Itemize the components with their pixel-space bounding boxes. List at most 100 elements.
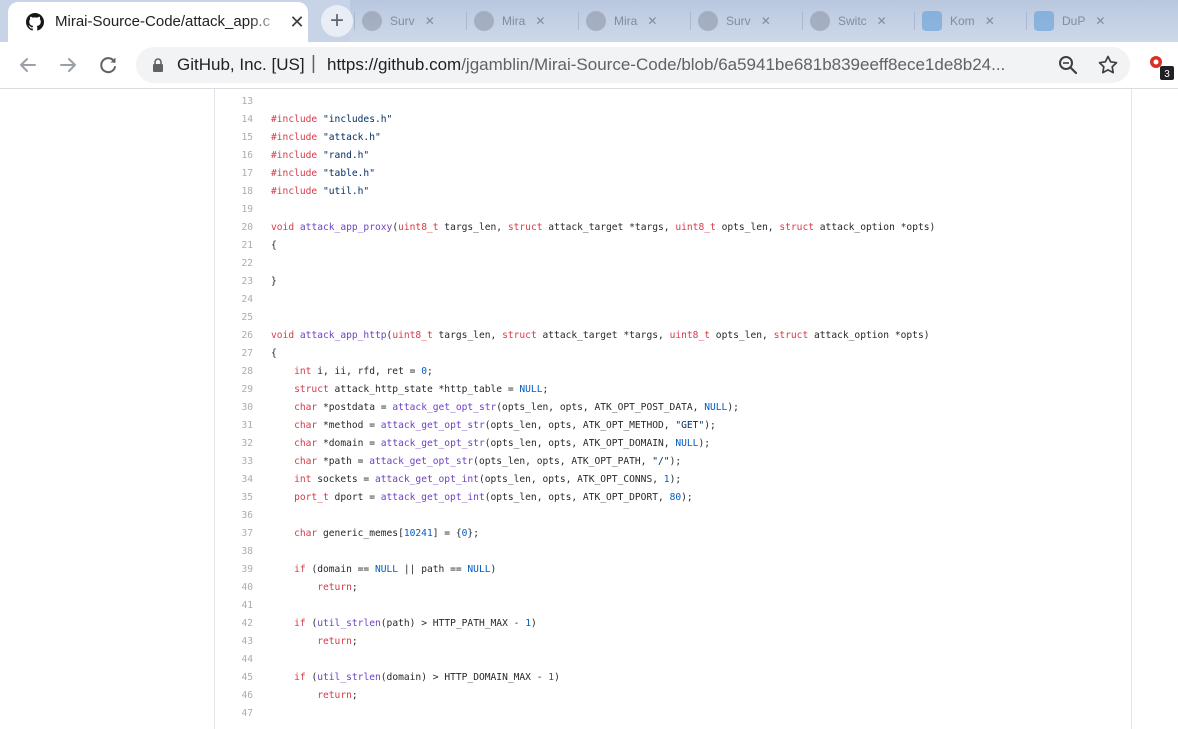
code-token: ; [542, 384, 549, 395]
line-number[interactable]: 40 [215, 579, 253, 597]
close-tab-icon[interactable]: ✕ [877, 14, 887, 28]
site-identity[interactable]: GitHub, Inc. [US] [177, 55, 305, 75]
background-tab-label: Mira [502, 14, 526, 28]
code-token: #include [271, 186, 318, 197]
code-line: 22 [215, 255, 1131, 273]
code-token: return [317, 690, 352, 701]
back-arrow-icon[interactable] [13, 50, 43, 80]
line-number[interactable]: 30 [215, 399, 253, 417]
line-number[interactable]: 26 [215, 327, 253, 345]
url-text[interactable]: https://github.com/jgamblin/Mirai-Source… [327, 55, 1043, 75]
code-token: attack_target *targs, [536, 330, 670, 341]
bookmark-star-icon[interactable] [1096, 53, 1120, 77]
line-number[interactable]: 39 [215, 561, 253, 579]
line-number[interactable]: 44 [215, 651, 253, 669]
lock-icon[interactable] [152, 58, 164, 72]
close-tab-icon[interactable]: ✕ [985, 14, 995, 28]
close-tab-icon[interactable]: ✕ [425, 14, 435, 28]
code-line: 45 if (util_strlen(domain) > HTTP_DOMAIN… [215, 669, 1131, 687]
background-tab[interactable]: DuP ✕ [1034, 9, 1105, 33]
line-number[interactable]: 35 [215, 489, 253, 507]
code-line: 27 { [215, 345, 1131, 363]
code-line: 34 int sockets = attack_get_opt_int(opts… [215, 471, 1131, 489]
background-tab[interactable]: Mira ✕ [586, 9, 657, 33]
line-number[interactable]: 33 [215, 453, 253, 471]
new-tab-button[interactable]: + [321, 5, 353, 37]
line-number[interactable]: 25 [215, 309, 253, 327]
line-number[interactable]: 37 [215, 525, 253, 543]
code-line: 17 #include "table.h" [215, 165, 1131, 183]
line-number[interactable]: 24 [215, 291, 253, 309]
line-number[interactable]: 43 [215, 633, 253, 651]
line-number[interactable]: 28 [215, 363, 253, 381]
address-bar[interactable]: GitHub, Inc. [US] | https://github.com/j… [136, 47, 1130, 83]
code-token: port_t [294, 492, 329, 503]
line-number[interactable]: 34 [215, 471, 253, 489]
background-tab[interactable]: Surv ✕ [362, 9, 435, 33]
line-number[interactable]: 15 [215, 129, 253, 147]
code-line: 46 return; [215, 687, 1131, 705]
line-number[interactable]: 46 [215, 687, 253, 705]
code-token: "rand.h" [323, 150, 370, 161]
code-line: 39 if (domain == NULL || path == NULL) [215, 561, 1131, 579]
code-text: if (util_strlen(domain) > HTTP_DOMAIN_MA… [271, 669, 560, 687]
code-token: targs_len, [438, 222, 508, 233]
line-number[interactable]: 21 [215, 237, 253, 255]
line-number[interactable]: 36 [215, 507, 253, 525]
close-tab-icon[interactable]: ✕ [647, 14, 657, 28]
line-number[interactable]: 47 [215, 705, 253, 723]
code-token: char [294, 456, 318, 467]
close-tab-icon[interactable]: ✕ [285, 10, 309, 34]
globe-icon [810, 11, 830, 31]
background-tab[interactable]: Surv ✕ [698, 9, 771, 33]
code-token: uint8_t [669, 330, 711, 341]
extension-icon[interactable]: 3 [1146, 52, 1174, 80]
line-number[interactable]: 32 [215, 435, 253, 453]
code-token: }; [467, 528, 479, 539]
close-tab-icon[interactable]: ✕ [1095, 14, 1105, 28]
code-token: attack_option *opts) [814, 222, 936, 233]
line-number[interactable]: 29 [215, 381, 253, 399]
line-number[interactable]: 14 [215, 111, 253, 129]
line-number[interactable]: 20 [215, 219, 253, 237]
code-token: opts_len, [710, 330, 774, 341]
background-tab[interactable]: Switc ✕ [810, 9, 887, 33]
reload-icon[interactable] [93, 50, 123, 80]
forward-arrow-icon[interactable] [53, 50, 83, 80]
code-line: 16 #include "rand.h" [215, 147, 1131, 165]
tab-active[interactable]: Mirai-Source-Code/attack_app.c ✕ [8, 2, 308, 42]
tab-separator [690, 12, 691, 30]
line-number[interactable]: 16 [215, 147, 253, 165]
browser-toolbar: GitHub, Inc. [US] | https://github.com/j… [0, 42, 1178, 88]
zoom-icon[interactable] [1056, 53, 1080, 77]
tab-separator [466, 12, 467, 30]
line-number[interactable]: 38 [215, 543, 253, 561]
background-tab[interactable]: Kom ✕ [922, 9, 995, 33]
line-number[interactable]: 17 [215, 165, 253, 183]
line-number[interactable]: 23 [215, 273, 253, 291]
code-token: ) [554, 672, 560, 683]
code-text: char *domain = attack_get_opt_str(opts_l… [271, 435, 710, 453]
close-tab-icon[interactable]: ✕ [761, 14, 771, 28]
line-number[interactable]: 27 [215, 345, 253, 363]
line-number[interactable]: 45 [215, 669, 253, 687]
code-token: "GET" [675, 420, 705, 431]
code-token: dport = [328, 492, 381, 503]
line-number[interactable]: 22 [215, 255, 253, 273]
code-text: char *path = attack_get_opt_str(opts_len… [271, 453, 681, 471]
line-number[interactable]: 18 [215, 183, 253, 201]
line-number[interactable]: 13 [215, 93, 253, 111]
close-tab-icon[interactable]: ✕ [535, 14, 545, 28]
github-icon [698, 11, 718, 31]
line-number[interactable]: 42 [215, 615, 253, 633]
line-number[interactable]: 31 [215, 417, 253, 435]
code-line: 21 { [215, 237, 1131, 255]
background-tab[interactable]: Mira ✕ [474, 9, 545, 33]
line-number[interactable]: 19 [215, 201, 253, 219]
code-token: generic_memes[ [317, 528, 404, 539]
code-text: return; [271, 579, 357, 597]
line-number[interactable]: 41 [215, 597, 253, 615]
code-line: 13 [215, 93, 1131, 111]
code-token: 10241 [403, 528, 433, 539]
